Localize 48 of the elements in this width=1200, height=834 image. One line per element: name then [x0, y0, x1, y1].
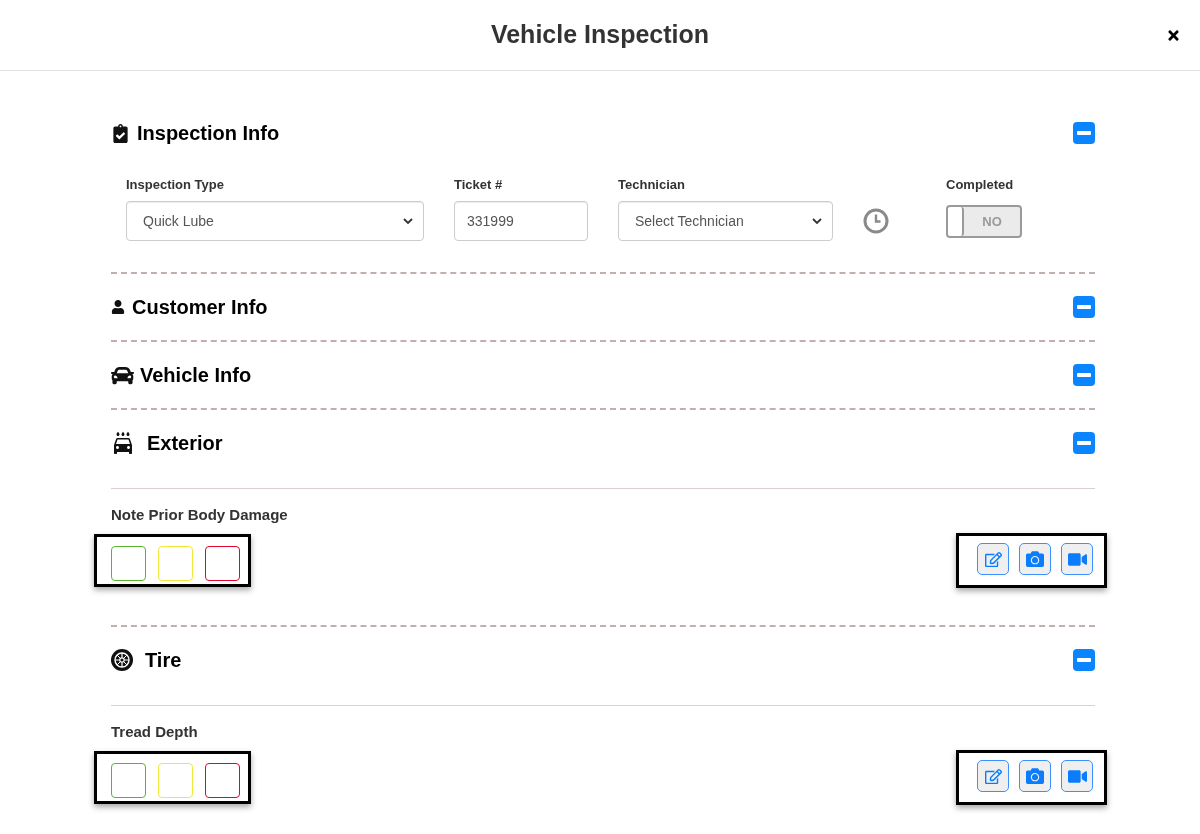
rating-option[interactable]: [205, 546, 240, 581]
item-label: Note Prior Body Damage: [111, 506, 289, 524]
clipboard-check-icon: [111, 123, 130, 143]
collapse-button[interactable]: [1073, 296, 1095, 318]
section-title: Customer Info: [132, 297, 268, 317]
collapse-button[interactable]: [1073, 364, 1095, 386]
wheel-icon: [111, 649, 133, 671]
minus-icon: [1077, 131, 1091, 135]
edit-icon: [984, 767, 1002, 785]
collapse-button[interactable]: [1073, 649, 1095, 671]
rating-option[interactable]: [205, 763, 240, 798]
toggle-knob: [948, 207, 964, 236]
minus-icon: [1077, 305, 1091, 309]
close-icon[interactable]: [1166, 27, 1181, 43]
technician-select[interactable]: Select Technician: [618, 201, 833, 241]
field-label: Technician: [618, 177, 686, 193]
field-label: Inspection Type: [126, 177, 225, 193]
item-label: Tread Depth: [111, 723, 199, 741]
chevron-down-icon: [403, 218, 413, 224]
video-button[interactable]: [1061, 760, 1093, 792]
section-title: Vehicle Info: [140, 365, 252, 385]
minus-icon: [1077, 373, 1091, 377]
video-button[interactable]: [1061, 543, 1093, 575]
section-title: Tire: [145, 650, 182, 670]
clock-icon[interactable]: [863, 208, 889, 234]
dialog-title: Vehicle Inspection: [490, 19, 710, 51]
field-label: Completed: [946, 177, 1015, 193]
minus-icon: [1077, 658, 1091, 662]
note-button[interactable]: [977, 760, 1009, 792]
ticket-number-field[interactable]: 331999: [454, 201, 588, 241]
camera-icon: [1026, 550, 1044, 568]
edit-icon: [984, 550, 1002, 568]
car-wash-icon: [111, 431, 135, 455]
inspection-type-select[interactable]: Quick Lube: [126, 201, 424, 241]
collapse-button[interactable]: [1073, 432, 1095, 454]
minus-icon: [1077, 441, 1091, 445]
section-title: Exterior: [147, 433, 223, 453]
collapse-button[interactable]: [1073, 122, 1095, 144]
note-button[interactable]: [977, 543, 1009, 575]
photo-button[interactable]: [1019, 543, 1051, 575]
photo-button[interactable]: [1019, 760, 1051, 792]
field-label: Ticket #: [454, 177, 504, 193]
rating-option[interactable]: [111, 763, 146, 798]
chevron-down-icon: [812, 218, 822, 224]
camera-icon: [1026, 767, 1044, 785]
person-icon: [111, 300, 125, 314]
rating-option[interactable]: [111, 546, 146, 581]
section-title: Inspection Info: [137, 123, 280, 143]
